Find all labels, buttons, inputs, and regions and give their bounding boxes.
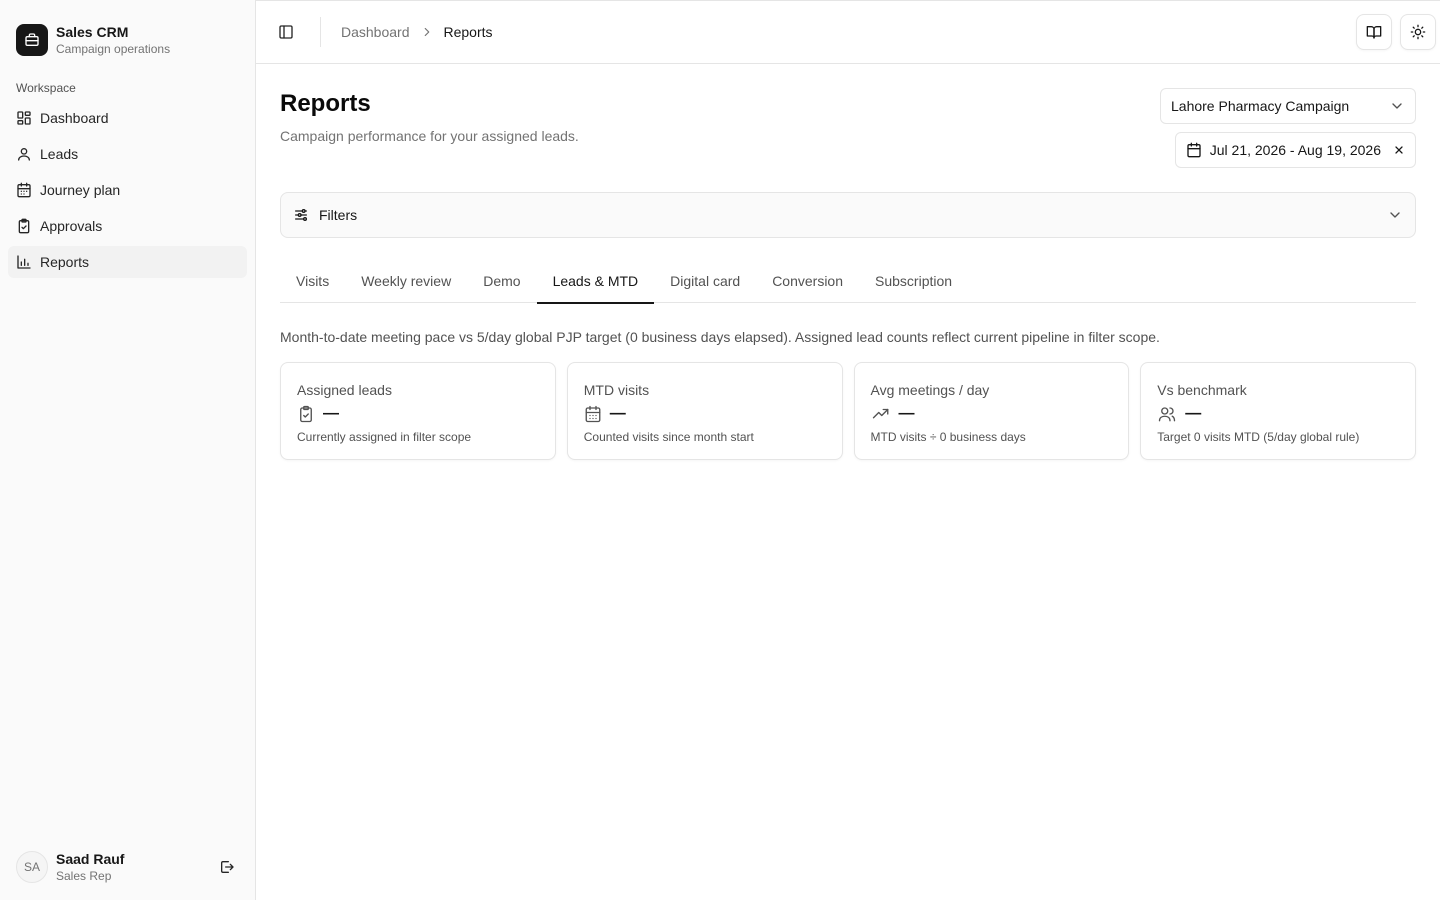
avatar[interactable]: SA (16, 851, 48, 883)
calendar-days-icon (584, 405, 602, 423)
date-range-picker[interactable]: Jul 21, 2026 - Aug 19, 2026 (1174, 132, 1416, 168)
sliders-icon (293, 207, 309, 223)
stat-card-vs-benchmark: Vs benchmark — Target 0 visits MTD (5/da… (1140, 362, 1416, 460)
sidebar-nav: Dashboard Leads Journey plan Approvals R… (0, 102, 255, 282)
breadcrumb-current: Reports (443, 24, 493, 40)
sun-icon (1410, 24, 1426, 40)
divider (320, 17, 321, 47)
sidebar-item-label: Reports (40, 254, 90, 270)
content: Reports Campaign performance for your as… (256, 64, 1440, 460)
user-icon (16, 146, 32, 162)
brand-name: Sales CRM (56, 24, 129, 40)
stat-card-title: MTD visits (583, 382, 650, 398)
stat-card-title: Vs benchmark (1157, 382, 1247, 398)
user-role: Sales Rep (56, 869, 112, 883)
stat-card-avg-meetings: Avg meetings / day — MTD visits ÷ 0 busi… (853, 362, 1130, 460)
log-out-icon (219, 859, 235, 875)
breadcrumb-dashboard[interactable]: Dashboard (341, 24, 410, 40)
stat-card-value: — (1185, 405, 1202, 422)
tab-description: Month-to-date meeting pace vs 5/day glob… (280, 329, 1160, 345)
stat-card-value: — (323, 405, 339, 422)
stat-card-value: — (898, 405, 915, 422)
sidebar-item-reports[interactable]: Reports (8, 246, 247, 278)
clipboard-check-icon (16, 218, 32, 234)
filters-label: Filters (319, 207, 358, 223)
sidebar-item-label: Leads (40, 146, 79, 162)
tab-digital-card[interactable]: Digital card (654, 258, 756, 303)
campaign-select-value: Lahore Pharmacy Campaign (1171, 98, 1350, 114)
sidebar-item-label: Journey plan (40, 182, 121, 198)
layout-grid-icon (16, 110, 32, 126)
page-header: Reports Campaign performance for your as… (280, 88, 1416, 192)
stat-card-note: Counted visits since month start (583, 430, 754, 444)
tab-weekly-review[interactable]: Weekly review (345, 258, 467, 303)
users-icon (1157, 405, 1177, 423)
stat-card-note: Target 0 visits MTD (5/day global rule) (1157, 430, 1360, 444)
sidebar: Sales CRM Campaign operations Workspace … (0, 0, 256, 900)
app: Sales CRM Campaign operations Workspace … (0, 0, 1440, 900)
brand[interactable]: Sales CRM Campaign operations (0, 0, 255, 64)
calendar-icon (16, 182, 32, 198)
topbar: Dashboard Reports (256, 0, 1440, 64)
user-name: Saad Rauf (56, 851, 125, 867)
sidebar-item-leads[interactable]: Leads (8, 138, 247, 170)
sidebar-item-label: Dashboard (40, 110, 109, 126)
sidebar-item-approvals[interactable]: Approvals (8, 210, 247, 242)
report-tabs: Visits Weekly review Demo Leads & MTD Di… (280, 258, 1416, 304)
panel-left-icon (278, 24, 294, 40)
brand-subtitle: Campaign operations (56, 42, 171, 56)
top-actions (1356, 14, 1436, 50)
breadcrumb: Dashboard Reports (341, 24, 493, 40)
clear-date-button[interactable] (1393, 144, 1405, 156)
user-profile: SA Saad Rauf Sales Rep (0, 834, 255, 900)
stat-card-title: Avg meetings / day (870, 382, 990, 398)
tab-subscription[interactable]: Subscription (859, 258, 968, 303)
close-icon (1393, 144, 1405, 156)
trending-up-icon (871, 405, 891, 423)
stat-card-mtd-visits: MTD visits — Counted visits since month … (566, 362, 843, 460)
book-open-icon (1366, 24, 1382, 40)
stat-cards: Assigned leads — Currently assigned in f… (280, 362, 1416, 460)
bar-chart-icon (16, 254, 32, 270)
sidebar-item-dashboard[interactable]: Dashboard (8, 102, 247, 134)
theme-toggle-button[interactable] (1400, 14, 1436, 50)
date-range-value: Jul 21, 2026 - Aug 19, 2026 (1209, 142, 1381, 158)
sidebar-item-label: Approvals (40, 218, 103, 234)
tab-leads-mtd[interactable]: Leads & MTD (536, 258, 655, 304)
stat-card-value: — (609, 405, 626, 422)
tab-visits[interactable]: Visits (280, 258, 345, 303)
tab-conversion[interactable]: Conversion (756, 258, 859, 303)
chevron-right-icon (420, 25, 434, 39)
nav-group-label: Workspace (16, 81, 76, 95)
campaign-select[interactable]: Lahore Pharmacy Campaign (1160, 88, 1416, 124)
stat-card-title: Assigned leads (297, 382, 392, 398)
docs-button[interactable] (1356, 14, 1392, 50)
briefcase-icon (16, 24, 48, 56)
calendar-icon (1186, 142, 1202, 158)
tab-demo[interactable]: Demo (467, 258, 536, 303)
clipboard-check-icon (297, 405, 315, 423)
stat-card-note: Currently assigned in filter scope (297, 430, 472, 444)
logout-button[interactable] (215, 855, 239, 879)
page-subtitle: Campaign performance for your assigned l… (280, 128, 579, 144)
sidebar-toggle-button[interactable] (272, 18, 300, 46)
chevron-down-icon (1387, 207, 1403, 223)
chevron-down-icon (1389, 98, 1405, 114)
stat-card-assigned-leads: Assigned leads — Currently assigned in f… (280, 362, 556, 460)
report-controls: Lahore Pharmacy Campaign Jul 21, 2026 - … (1160, 88, 1416, 192)
sidebar-item-journey-plan[interactable]: Journey plan (8, 174, 247, 206)
page-title: Reports (280, 90, 371, 117)
main: Dashboard Reports Reports Campaign perfo… (256, 0, 1440, 900)
filters-panel[interactable]: Filters (280, 192, 1416, 238)
stat-card-note: MTD visits ÷ 0 business days (870, 430, 1026, 444)
